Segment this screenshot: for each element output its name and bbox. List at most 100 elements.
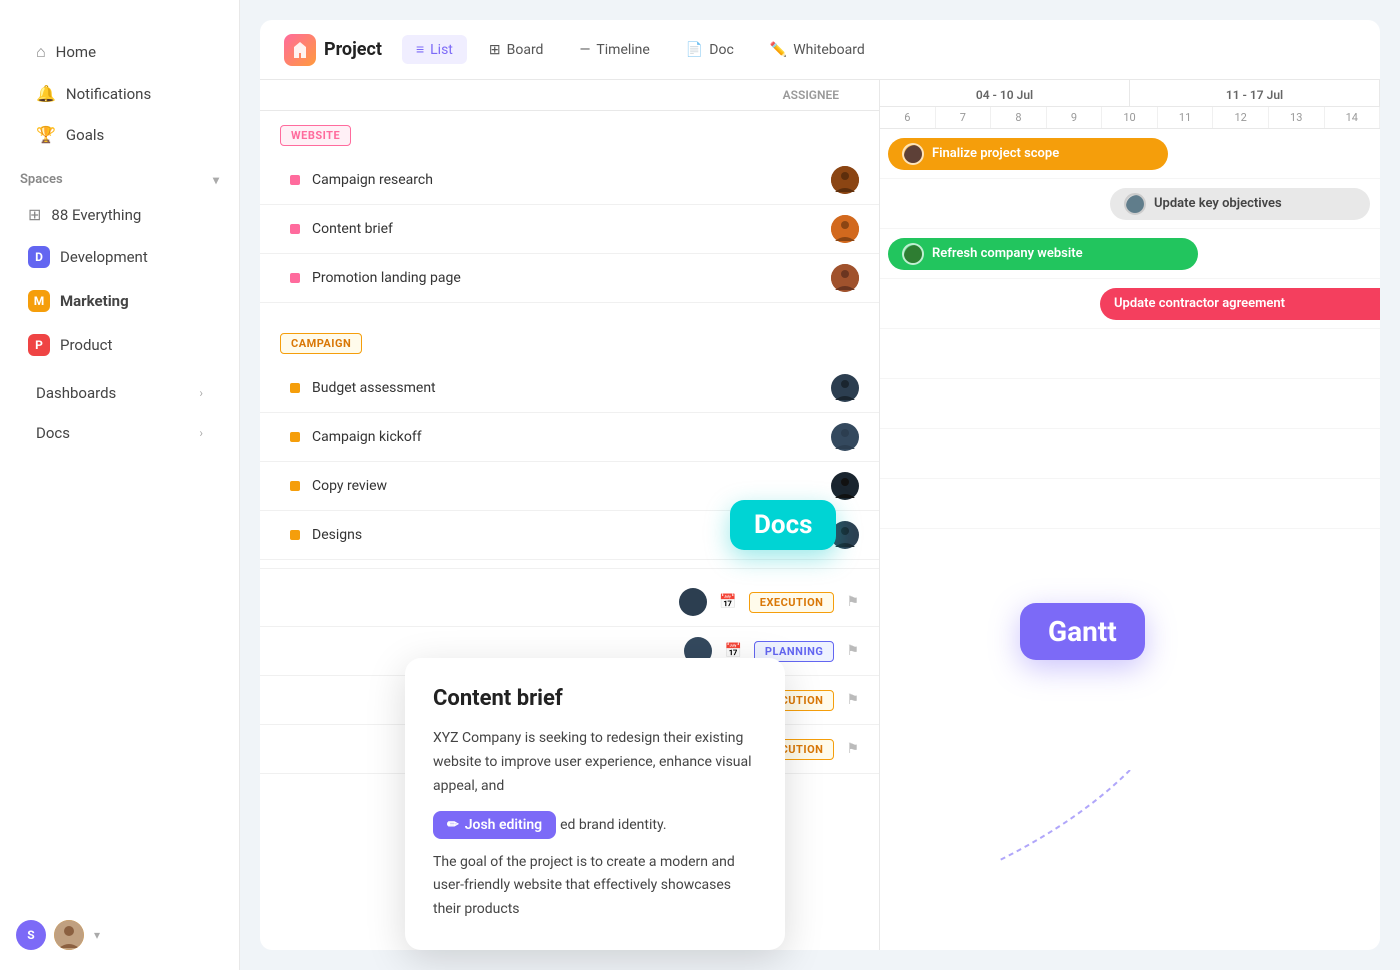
tab-whiteboard-label: Whiteboard — [793, 42, 865, 58]
column-headers: ASSIGNEE — [260, 80, 879, 111]
task-row[interactable]: Promotion landing page — [260, 254, 879, 303]
campaign-group-header: CAMPAIGN — [260, 319, 879, 364]
product-label: Product — [60, 336, 112, 354]
tab-list[interactable]: ≡ List — [402, 35, 467, 64]
docs-label: Docs — [36, 424, 70, 442]
list-icon: ≡ — [416, 41, 424, 58]
tab-timeline[interactable]: — Timeline — [565, 36, 663, 64]
task-row[interactable]: Campaign kickoff — [260, 413, 879, 462]
gantt-list-row[interactable]: 📅 EXECUTION ⚑ — [260, 578, 879, 627]
gantt-row: Refresh company website — [880, 229, 1380, 279]
sidebar-item-docs[interactable]: Docs › — [16, 414, 223, 452]
marketing-label: Marketing — [60, 292, 129, 310]
task-dot — [290, 481, 300, 491]
tab-doc[interactable]: 📄 Doc — [672, 36, 748, 64]
tab-list-label: List — [430, 42, 453, 58]
task-avatar — [831, 374, 859, 402]
user-avatar-j — [54, 920, 84, 950]
website-badge: WEBSITE — [280, 125, 351, 146]
sidebar-item-home[interactable]: ⌂ Home — [16, 32, 223, 72]
status-execution-badge: EXECUTION — [749, 592, 835, 613]
sidebar-item-everything[interactable]: ⊞ 88 Everything — [8, 195, 231, 234]
gantt-row-empty — [880, 379, 1380, 429]
task-row[interactable]: Campaign research — [260, 156, 879, 205]
tab-doc-label: Doc — [709, 42, 734, 58]
docs-float-text: Docs — [754, 510, 812, 540]
floating-gantt-label: Gantt — [1020, 603, 1145, 660]
flag-icon: ⚑ — [846, 741, 859, 757]
gantt-day: 13 — [1269, 107, 1325, 128]
gantt-day: 6 — [880, 107, 936, 128]
task-name: Budget assessment — [312, 380, 819, 396]
task-dot — [290, 175, 300, 185]
calendar-icon: 📅 — [724, 643, 741, 659]
tab-board[interactable]: ⊞ Board — [475, 36, 558, 64]
user-photo — [54, 920, 84, 950]
gantt-day: 9 — [1047, 107, 1103, 128]
sidebar-item-marketing[interactable]: M Marketing — [8, 280, 231, 322]
grid-icon: ⊞ — [28, 205, 41, 224]
task-avatar — [831, 472, 859, 500]
gantt-day: 14 — [1325, 107, 1381, 128]
task-avatar — [831, 423, 859, 451]
gantt-bar-contractor[interactable]: Update contractor agreement — [1100, 288, 1380, 320]
docs-body1-text: XYZ Company is seeking to redesign their… — [433, 730, 752, 794]
docs-body3-text: The goal of the project is to create a m… — [433, 854, 735, 918]
pencil-icon: ✏ — [447, 817, 459, 833]
task-name: Campaign kickoff — [312, 429, 819, 445]
home-label: Home — [56, 43, 96, 61]
sidebar-item-product[interactable]: P Product — [8, 324, 231, 366]
dashboards-label: Dashboards — [36, 384, 116, 402]
task-avatar — [831, 166, 859, 194]
gantt-bar-finalize[interactable]: Finalize project scope — [888, 138, 1168, 170]
col-name-header — [280, 88, 771, 102]
gantt-bar-refresh[interactable]: Refresh company website — [888, 238, 1198, 270]
gantt-bar-objectives[interactable]: Update key objectives — [1110, 188, 1370, 220]
sidebar-item-development[interactable]: D Development — [8, 236, 231, 278]
sidebar-user-area[interactable]: S ▾ — [0, 920, 239, 950]
gantt-row-empty — [880, 429, 1380, 479]
marketing-dot: M — [28, 290, 50, 312]
product-dot: P — [28, 334, 50, 356]
task-name: Content brief — [312, 221, 819, 237]
gantt-days: 6 7 8 9 10 11 12 13 14 — [880, 107, 1380, 129]
tab-board-label: Board — [507, 42, 544, 58]
gantt-bar-label: Refresh company website — [932, 246, 1083, 261]
dashboards-chevron: › — [199, 386, 203, 400]
josh-editing-badge: ✏ Josh editing — [433, 811, 556, 839]
notifications-label: Notifications — [66, 85, 151, 103]
task-avatar — [679, 588, 707, 616]
spaces-label: Spaces — [20, 172, 63, 187]
task-dot — [290, 530, 300, 540]
spaces-section: Spaces ▾ — [0, 160, 239, 193]
gantt-row-empty — [880, 329, 1380, 379]
project-logo — [284, 34, 316, 66]
task-row[interactable]: Budget assessment — [260, 364, 879, 413]
gantt-day: 11 — [1158, 107, 1214, 128]
header: Project ≡ List ⊞ Board — Timeline 📄 Doc … — [260, 20, 1380, 80]
spaces-chevron[interactable]: ▾ — [213, 173, 219, 187]
whiteboard-icon: ✏️ — [770, 42, 787, 58]
development-dot: D — [28, 246, 50, 268]
task-avatar — [831, 264, 859, 292]
gantt-row: Update key objectives — [880, 179, 1380, 229]
connector-line — [980, 770, 1180, 870]
sidebar: ⌂ Home 🔔 Notifications 🏆 Goals Spaces ▾ … — [0, 0, 240, 970]
doc-icon: 📄 — [686, 42, 703, 58]
sidebar-item-goals[interactable]: 🏆 Goals — [16, 115, 223, 154]
col-assignee-header: ASSIGNEE — [783, 88, 859, 102]
flag-icon: ⚑ — [846, 594, 859, 610]
sidebar-item-dashboards[interactable]: Dashboards › — [16, 374, 223, 412]
gantt-float-text: Gantt — [1048, 615, 1117, 648]
gantt-bar-label: Finalize project scope — [932, 146, 1059, 161]
everything-label: 88 Everything — [51, 206, 141, 224]
timeline-icon: — — [579, 42, 590, 58]
tab-whiteboard[interactable]: ✏️ Whiteboard — [756, 36, 879, 64]
task-row[interactable]: Content brief — [260, 205, 879, 254]
board-icon: ⊞ — [489, 42, 501, 58]
gantt-day: 12 — [1213, 107, 1269, 128]
docs-panel-body3: The goal of the project is to create a m… — [433, 851, 757, 922]
sidebar-item-notifications[interactable]: 🔔 Notifications — [16, 74, 223, 113]
gantt-day: 7 — [936, 107, 992, 128]
gantt-row: Update contractor agreement — [880, 279, 1380, 329]
